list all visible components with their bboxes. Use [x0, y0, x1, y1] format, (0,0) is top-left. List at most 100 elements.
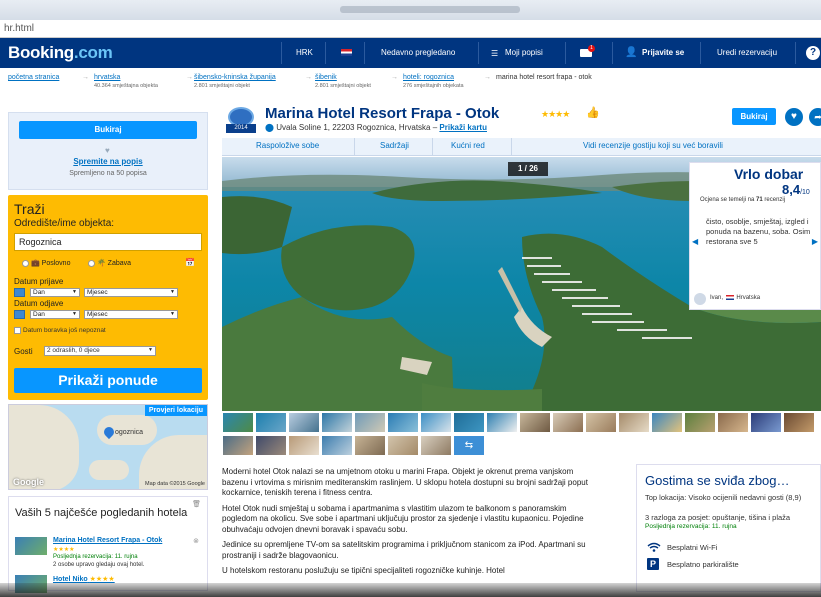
- breadcrumb-arrow-icon: →: [305, 74, 312, 81]
- destination-input[interactable]: Rogoznica: [14, 233, 202, 251]
- book-button-top[interactable]: Bukiraj: [732, 108, 776, 125]
- breadcrumb-hotels[interactable]: hoteli: rogoznica: [403, 74, 454, 81]
- photo-thumbnail[interactable]: [618, 412, 650, 433]
- photo-thumbnail[interactable]: [519, 412, 551, 433]
- award-badge-icon: 2014: [224, 107, 258, 133]
- breadcrumb-county[interactable]: šibensko-kninska županija: [194, 74, 276, 81]
- review-score-card[interactable]: Vrlo dobar 8,4/10 Ocjena se temelji na 7…: [689, 162, 821, 310]
- tab-house-rules[interactable]: Kućni red: [451, 141, 485, 150]
- photo-thumbnail[interactable]: [420, 435, 452, 456]
- photo-thumbnail[interactable]: [750, 412, 782, 433]
- photo-thumbnail[interactable]: [321, 435, 353, 456]
- photo-thumbnail[interactable]: [255, 435, 287, 456]
- tab-available-rooms[interactable]: Raspoložive sobe: [256, 141, 319, 150]
- hotel-address: ⬤ Uvala Soline 1, 22203 Rogoznica, Hrvat…: [265, 123, 487, 132]
- tab-guest-reviews[interactable]: Vidi recenzije gostiju koji su već borav…: [583, 141, 723, 150]
- photo-thumbnail[interactable]: [486, 412, 518, 433]
- breadcrumb-country[interactable]: hrvatska: [94, 74, 120, 81]
- breadcrumb-arrow-icon: →: [82, 74, 89, 81]
- breadcrumb-count: 276 smještajnih objekata: [403, 83, 464, 89]
- photo-thumbnail[interactable]: [453, 412, 485, 433]
- recently-viewed-panel: 🗑 Vaših 5 najčešće pogledanih hotela Mar…: [8, 496, 208, 593]
- photo-thumbnail[interactable]: [387, 412, 419, 433]
- photo-thumbnail[interactable]: [585, 412, 617, 433]
- register-link[interactable]: Prijavite se: [642, 48, 684, 57]
- calendar-icon[interactable]: [14, 288, 25, 297]
- breadcrumb-arrow-icon: →: [484, 74, 491, 81]
- breadcrumb-home[interactable]: početna stranica: [8, 74, 59, 81]
- checkout-month-select[interactable]: Mjesec ▼: [84, 310, 178, 319]
- photo-thumbnail[interactable]: [387, 435, 419, 456]
- remove-icon[interactable]: ⊗: [193, 537, 199, 545]
- photo-thumbnail[interactable]: [222, 412, 254, 433]
- location-pin-icon: ⬤: [265, 123, 274, 132]
- help-icon[interactable]: ?: [806, 46, 820, 60]
- purpose-leisure-radio[interactable]: 🌴 Zabava: [88, 259, 131, 267]
- url-text: hr.html: [4, 23, 35, 34]
- checkout-label: Datum odjave: [14, 299, 64, 308]
- review-next-icon[interactable]: ▶: [812, 237, 818, 246]
- reasons-to-visit: 3 razloga za posjet: opuštanje, tišina i…: [645, 513, 791, 522]
- recently-viewed-title: Vaših 5 najčešće pogledanih hotela: [15, 507, 188, 519]
- language-flag-icon[interactable]: [341, 49, 352, 56]
- photo-thumbnail[interactable]: [321, 412, 353, 433]
- show-location-button[interactable]: Provjeri lokaciju: [144, 405, 207, 416]
- more-photos-icon[interactable]: ⇆: [453, 435, 485, 456]
- photo-thumbnail[interactable]: [354, 435, 386, 456]
- photo-thumbnail[interactable]: [651, 412, 683, 433]
- window-title: [340, 6, 520, 13]
- recently-viewed-link[interactable]: Nedavno pregledano: [381, 48, 455, 57]
- checkout-day-select[interactable]: Dan ▼: [30, 310, 80, 319]
- photo-thumbnail[interactable]: [783, 412, 815, 433]
- my-lists-link[interactable]: Moji popisi: [505, 48, 543, 57]
- manage-booking-link[interactable]: Uredi rezervaciju: [717, 48, 777, 57]
- photo-thumbnail[interactable]: [222, 435, 254, 456]
- review-based-on: Ocjena se temelji na 71 recenzij: [700, 197, 786, 203]
- hotel-name: Marina Hotel Resort Frapa - Otok: [265, 105, 500, 122]
- calendar-icon[interactable]: [14, 310, 25, 319]
- review-rating-word: Vrlo dobar: [734, 166, 804, 182]
- save-to-list-link[interactable]: Spremite na popis: [9, 157, 207, 166]
- photo-thumbnail[interactable]: [420, 412, 452, 433]
- photo-thumbnail[interactable]: [552, 412, 584, 433]
- review-text: čisto, osoblje, smještaj, izgled i ponud…: [706, 217, 811, 246]
- photo-thumbnail[interactable]: [255, 412, 287, 433]
- last-booking: Posljednja rezervacija: 11. rujna: [645, 523, 737, 530]
- heart-icon[interactable]: ♥: [785, 108, 803, 126]
- user-icon: 👤: [625, 47, 638, 58]
- tab-facilities[interactable]: Sadržaji: [380, 141, 409, 150]
- breadcrumb-count: 40.364 smještajna objekta: [94, 83, 158, 89]
- review-prev-icon[interactable]: ◀: [692, 237, 698, 246]
- purpose-business-radio[interactable]: 💼 Poslovno: [22, 259, 70, 267]
- checkin-month-select[interactable]: Mjesec ▼: [84, 288, 178, 297]
- guests-like-panel: Gostima se sviđa zbog… Top lokacija: Vis…: [636, 464, 821, 592]
- breadcrumb-count: 2.801 smještajni objekt: [194, 83, 250, 89]
- photo-thumbnail[interactable]: [354, 412, 386, 433]
- browser-address-bar[interactable]: hr.html: [0, 20, 821, 38]
- viewed-hotel-link[interactable]: Marina Hotel Resort Frapa - Otok: [53, 537, 162, 544]
- show-map-link[interactable]: Prikaži kartu: [439, 123, 487, 132]
- hotel-thumbnail[interactable]: [15, 537, 47, 555]
- checkin-day-select[interactable]: Dan ▼: [30, 288, 80, 297]
- breadcrumb: početna stranica → hrvatska 40.364 smješt…: [8, 74, 818, 96]
- booking-logo[interactable]: Booking.com: [8, 43, 113, 63]
- map-widget[interactable]: Provjeri lokaciju ogoznica Google Map da…: [8, 404, 208, 490]
- photo-thumbnail[interactable]: [717, 412, 749, 433]
- list-icon: ☰: [491, 49, 499, 58]
- briefcase-icon: 💼: [31, 260, 40, 267]
- description-paragraph: U hotelskom restoranu poslužuju se tipič…: [222, 566, 505, 575]
- top-location: Top lokacija: Visoko ocijenili nedavni g…: [645, 493, 802, 502]
- guests-select[interactable]: 2 odraslih, 0 djece ▼: [44, 346, 156, 356]
- calendar-icon: 📅: [185, 258, 195, 267]
- photo-thumbnail[interactable]: [684, 412, 716, 433]
- currency-selector[interactable]: HRK: [296, 48, 313, 57]
- book-button-left[interactable]: Bukiraj: [19, 121, 197, 139]
- breadcrumb-city[interactable]: šibenik: [315, 74, 337, 81]
- dates-unknown-checkbox[interactable]: Datum boravka još nepoznat: [14, 327, 106, 334]
- search-submit-button[interactable]: Prikaži ponude: [14, 368, 202, 393]
- destination-label: Odredište/ime objekta:: [14, 218, 115, 229]
- photo-thumbnail[interactable]: [288, 435, 320, 456]
- photo-thumbnail[interactable]: [288, 412, 320, 433]
- viewed-hotel-link[interactable]: Hotel Niko ★★★★: [53, 575, 115, 583]
- share-icon[interactable]: ➦: [809, 108, 821, 126]
